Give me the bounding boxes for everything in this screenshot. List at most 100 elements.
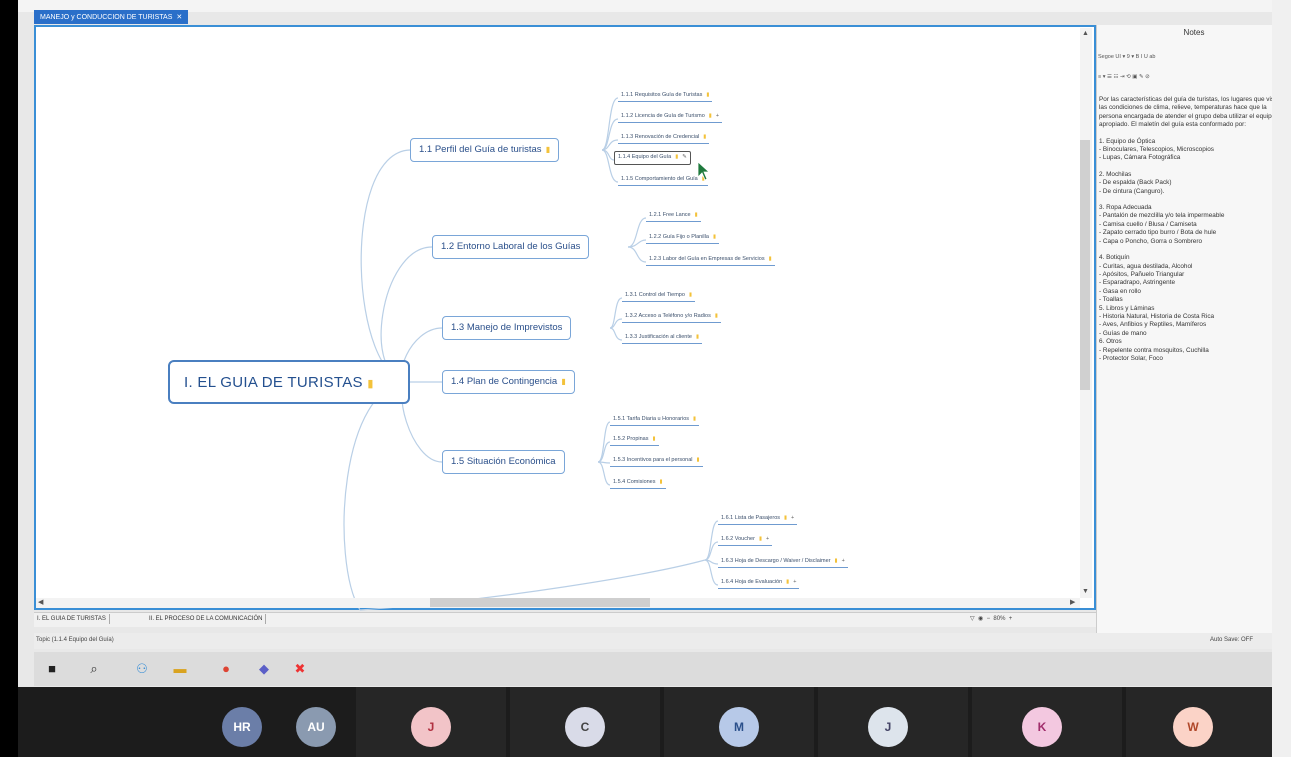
subtopic-1-1-5[interactable]: 1.1.5 Comportamiento del Guía ▮	[618, 174, 708, 186]
participant-avatar[interactable]: HR	[222, 707, 262, 747]
autosave-status[interactable]: Auto Save: OFF	[1210, 637, 1253, 643]
subtopic-label: 1.5.2 Propinas	[613, 436, 649, 442]
notes-line: - Zapato cerrado tipo burro / Bota de hu…	[1099, 229, 1217, 237]
topic-1-5[interactable]: 1.5 Situación Económica	[442, 450, 565, 474]
folder-icon[interactable]: ▬	[172, 661, 188, 677]
subtopic-1-5-2[interactable]: 1.5.2 Propinas ▮	[610, 434, 659, 446]
notes-spacer	[1099, 163, 1289, 171]
eye-icon[interactable]: ◉	[978, 616, 983, 622]
marker-icon: ▮	[559, 377, 566, 386]
subtopic-1-6-2[interactable]: 1.6.2 Voucher ▮ +	[718, 534, 773, 546]
collapse-icon[interactable]: +	[766, 536, 769, 542]
subtopic-label: 1.6.1 Lista de Pasajeros	[721, 515, 781, 521]
subtopic-label: 1.1.5 Comportamiento del Guía	[621, 176, 698, 182]
marker-icon: ▮	[696, 457, 700, 463]
collapse-icon[interactable]: +	[716, 113, 719, 119]
notes-title: Notes	[1183, 28, 1205, 37]
subtopic-1-3-1[interactable]: 1.3.1 Control del Tiempo ▮	[622, 290, 695, 302]
subtopic-1-2-3[interactable]: 1.2.3 Labor del Guía en Empresas de Serv…	[646, 254, 775, 266]
topic-1-1[interactable]: 1.1 Perfil del Guía de turistas ▮	[410, 138, 560, 162]
central-topic[interactable]: I. EL GUIA DE TURISTAS ▮	[168, 360, 410, 404]
subtopic-1-1-2[interactable]: 1.1.2 Licencia de Guía de Turismo ▮ +	[618, 111, 723, 123]
zoom-in-button[interactable]: +	[1009, 616, 1013, 622]
participant-avatar[interactable]: K	[1022, 707, 1062, 747]
subtopic-label: 1.6.4 Hoja de Evaluación	[721, 579, 783, 585]
subtopic-label: 1.1.4 Equipo del Guía	[618, 154, 672, 160]
notes-line: - Guías de mano	[1099, 329, 1147, 337]
collapse-icon[interactable]: +	[791, 515, 794, 521]
subtopic-1-1-3[interactable]: 1.1.3 Renovación de Credencial ▮	[618, 132, 710, 144]
subtopic-label: 1.5.1 Tarifa Diaria u Honorarios	[613, 416, 690, 422]
teams-icon[interactable]: ◆	[256, 661, 272, 677]
scroll-left-icon[interactable]: ◀	[38, 598, 43, 606]
participant-avatar[interactable]: C	[565, 707, 605, 747]
collapse-icon[interactable]: +	[842, 558, 845, 564]
notes-line: 5. Libros y Láminas	[1099, 304, 1155, 312]
collapse-icon[interactable]: +	[793, 579, 796, 585]
subtopic-1-5-3[interactable]: 1.5.3 Incentivos para el personal ▮	[610, 455, 703, 467]
marker-icon: ▮	[758, 536, 762, 542]
subtopic-1-6-3[interactable]: 1.6.3 Hoja de Descargo / Waiver / Discla…	[718, 556, 848, 568]
xmind-icon[interactable]: ✖	[292, 661, 308, 677]
participant-avatar[interactable]: J	[868, 707, 908, 747]
sheet-tab-2[interactable]: II. EL PROCESO DE LA COMUNICACIÓN	[146, 614, 267, 624]
participant-avatar[interactable]: J	[411, 707, 451, 747]
search-icon[interactable]: ⌕	[86, 661, 102, 677]
vertical-scroll-thumb[interactable]	[1080, 140, 1090, 390]
subtopic-label: 1.5.3 Incentivos para el personal	[613, 457, 693, 463]
horizontal-scroll-thumb[interactable]	[430, 598, 650, 607]
notes-format-toolbar[interactable]: ≡ ▾ ☰ ☷ ⇥ ⟲ ▣ ✎ ⊘	[1098, 74, 1150, 88]
subtopic-label: 1.3.1 Control del Tiempo	[625, 292, 685, 298]
notes-line: - Toallas	[1099, 296, 1123, 304]
people-icon[interactable]: ⚇	[134, 661, 150, 677]
edit-icon[interactable]: ✎	[682, 154, 687, 160]
marker-icon: ▮	[712, 234, 716, 240]
notes-line: - Apósitos, Pañuelo Triangular	[1099, 270, 1185, 278]
marker-icon: ▮	[714, 313, 718, 319]
scroll-up-icon[interactable]: ▲	[1082, 30, 1089, 37]
topic-label: 1.1 Perfil del Guía de turistas	[419, 144, 542, 155]
marker-icon: ▮	[695, 334, 699, 340]
subtopic-1-2-2[interactable]: 1.2.2 Guía Fijo o Planilla ▮	[646, 232, 719, 244]
subtopic-label: 1.6.2 Voucher	[721, 536, 755, 542]
marker-icon: ▮	[703, 134, 707, 140]
subtopic-label: 1.5.4 Comisiones	[613, 479, 656, 485]
marker-icon: ▮	[706, 92, 710, 98]
subtopic-1-6-4[interactable]: 1.6.4 Hoja de Evaluación ▮ +	[718, 577, 800, 589]
topic-1-3[interactable]: 1.3 Manejo de Imprevistos	[442, 316, 572, 340]
notes-font-toolbar[interactable]: Segoe UI ▾ 9 ▾ B I U ab	[1098, 54, 1156, 68]
marker-icon: ▮	[693, 416, 697, 422]
subtopic-label: 1.2.1 Free Lance	[649, 212, 691, 218]
subtopic-1-1-1[interactable]: 1.1.1 Requisitos Guía de Turistas ▮	[618, 90, 713, 102]
notes-text[interactable]: Por las características del guía de turi…	[1099, 96, 1289, 363]
subtopic-1-3-3[interactable]: 1.3.3 Justificación al cliente ▮	[622, 332, 702, 344]
subtopic-1-5-4[interactable]: 1.5.4 Comisiones ▮	[610, 477, 666, 489]
notes-line: - Gasa en rollo	[1099, 287, 1141, 295]
scroll-down-icon[interactable]: ▼	[1082, 588, 1089, 595]
participant-avatar[interactable]: M	[719, 707, 759, 747]
subtopic-label: 1.1.2 Licencia de Guía de Turismo	[621, 113, 705, 119]
subtopic-1-5-1[interactable]: 1.5.1 Tarifa Diaria u Honorarios ▮	[610, 414, 700, 426]
notes-line: 6. Otros	[1099, 338, 1122, 346]
participant-avatar[interactable]: AU	[296, 707, 336, 747]
subtopic-1-1-4[interactable]: 1.1.4 Equipo del Guía ▮ ✎	[614, 151, 691, 165]
zoom-control[interactable]: ▽ ◉ − 80% +	[970, 615, 1012, 622]
zoom-out-button[interactable]: −	[987, 616, 991, 622]
scroll-right-icon[interactable]: ▶	[1070, 598, 1075, 606]
mouse-cursor-icon	[697, 161, 711, 181]
topic-1-2[interactable]: 1.2 Entorno Laboral de los Guías	[432, 235, 590, 259]
filter-icon[interactable]: ▽	[970, 616, 975, 622]
notes-spacer	[1099, 246, 1289, 254]
chrome-icon[interactable]: ●	[218, 661, 234, 677]
subtopic-1-6-1[interactable]: 1.6.1 Lista de Pasajeros ▮ +	[718, 513, 798, 525]
subtopic-label: 1.6.3 Hoja de Descargo / Waiver / Discla…	[721, 558, 831, 564]
marker-icon: ▮	[786, 579, 790, 585]
windows-icon[interactable]: ■	[44, 661, 60, 677]
sheet-tab-1[interactable]: I. EL GUIA DE TURISTAS	[34, 614, 110, 624]
topic-label: 1.4 Plan de Contingencia	[451, 376, 558, 387]
participant-avatar[interactable]: W	[1173, 707, 1213, 747]
topic-1-4[interactable]: 1.4 Plan de Contingencia ▮	[442, 370, 575, 394]
subtopic-1-2-1[interactable]: 1.2.1 Free Lance ▮	[646, 210, 701, 222]
subtopic-1-3-2[interactable]: 1.3.2 Acceso a Teléfono y/o Radios ▮	[622, 311, 721, 323]
notes-line: 2. Mochilas	[1099, 170, 1132, 178]
